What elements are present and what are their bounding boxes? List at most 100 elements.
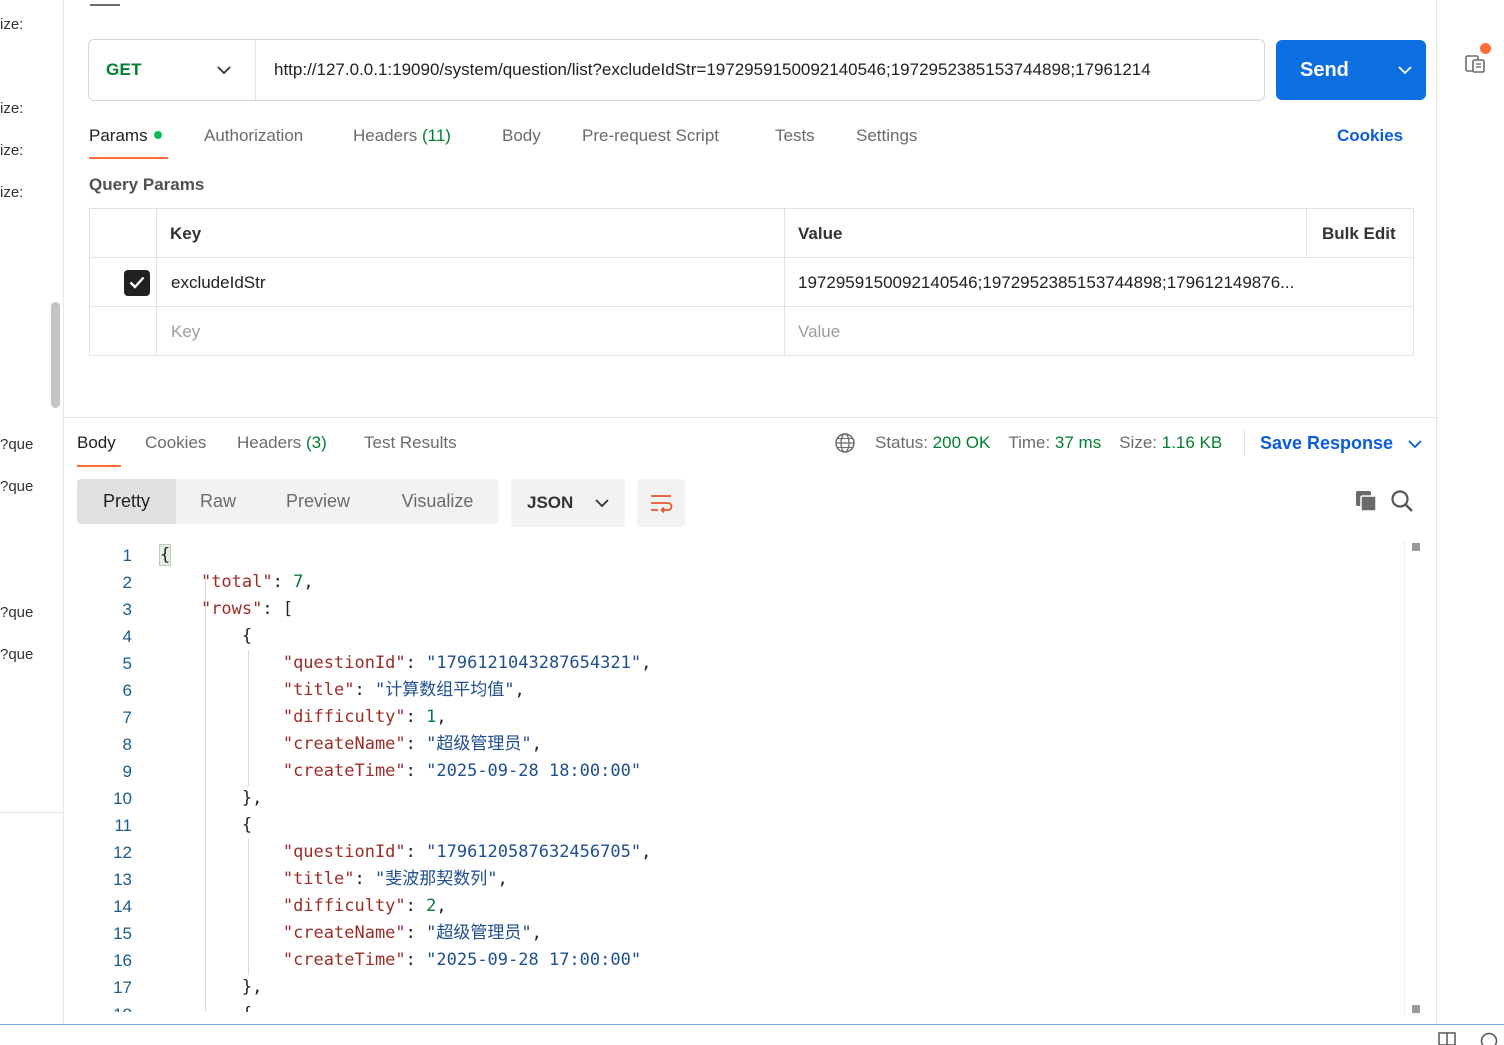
tab-active-indicator (77, 465, 121, 467)
sidebar-fragment[interactable]: ize: (0, 16, 23, 33)
tab-body[interactable]: Body (502, 122, 541, 160)
save-response-button[interactable]: Save Response (1260, 429, 1422, 457)
postman-window: ize: ize: ize: ize: ?que ?que ?que ?que … (0, 0, 1504, 1045)
url-input[interactable]: http://127.0.0.1:19090/system/question/l… (256, 60, 1264, 80)
send-options-button[interactable] (1384, 40, 1426, 100)
tab-tests[interactable]: Tests (775, 122, 815, 160)
code-line: 2 "total": 7, (64, 569, 1404, 596)
cookies-link[interactable]: Cookies (1337, 122, 1403, 150)
scroll-up-arrow[interactable] (1412, 543, 1420, 551)
tab-label: Cookies (145, 433, 207, 452)
response-size[interactable]: 1.16 KB (1162, 433, 1223, 452)
json-key: "questionId" (282, 842, 406, 862)
format-label: JSON (527, 493, 574, 512)
send-label: Send (1300, 58, 1349, 81)
sidebar-scrollbar[interactable] (51, 302, 60, 408)
view-visualize[interactable]: Visualize (376, 479, 499, 524)
editor-scrollbar[interactable] (1404, 540, 1426, 1015)
view-raw[interactable]: Raw (176, 479, 260, 524)
send-button[interactable]: Send (1276, 40, 1426, 100)
column-divider (784, 209, 785, 355)
tab-count: (3) (306, 433, 327, 452)
status-label: Status: (875, 433, 928, 452)
json-key: "difficulty" (282, 707, 406, 727)
status-badge[interactable]: 200 OK (933, 433, 991, 452)
code-line: 7 "difficulty": 1, (64, 704, 1404, 731)
sidebar-fragment[interactable]: ize: (0, 184, 23, 201)
query-params-title: Query Params (89, 175, 205, 194)
tab-settings[interactable]: Settings (856, 122, 917, 160)
json-key: "title" (282, 680, 355, 700)
tab-params[interactable]: Params (89, 122, 162, 160)
sidebar-divider (0, 812, 63, 813)
line-number: 10 (113, 789, 132, 808)
wrap-lines-button[interactable] (637, 479, 685, 527)
sidebar-fragment[interactable]: ?que (0, 478, 33, 495)
param-checkbox[interactable] (124, 258, 150, 307)
chevron-down-icon (1398, 65, 1412, 74)
scroll-down-arrow[interactable] (1412, 1005, 1420, 1013)
view-pretty[interactable]: Pretty (77, 479, 176, 524)
line-number: 5 (122, 654, 132, 673)
time-label: Time: (1008, 433, 1051, 452)
line-number: 1 (122, 546, 132, 565)
help-icon[interactable] (1480, 1032, 1498, 1045)
back-arrow-icon[interactable] (90, 0, 120, 6)
tab-count: (11) (422, 126, 451, 145)
search-icon[interactable] (1390, 489, 1414, 513)
method-select[interactable]: GET (89, 40, 256, 100)
tab-response-cookies[interactable]: Cookies (145, 429, 206, 467)
code-line: 4 { (64, 623, 1404, 650)
code-line: 17 }, (64, 974, 1404, 1001)
key-column-header: Key (170, 223, 202, 243)
code-line: 1{ (64, 542, 1404, 569)
response-body-editor[interactable]: 1{ 2 "total": 7, 3 "rows": [ 4 { 5 "ques… (64, 540, 1404, 1012)
table-row-empty: Key Value (90, 307, 1413, 356)
check-icon (129, 276, 145, 289)
method-label: GET (106, 60, 142, 79)
tab-headers[interactable]: Headers (11) (353, 122, 451, 160)
json-key: "rows" (200, 599, 263, 619)
tab-active-indicator (89, 157, 168, 159)
tab-response-headers[interactable]: Headers (3) (237, 429, 327, 467)
sidebar-fragment[interactable]: ?que (0, 646, 33, 663)
json-key: "total" (200, 572, 273, 592)
sidebar-fragment[interactable]: ize: (0, 100, 23, 117)
tab-authorization[interactable]: Authorization (204, 122, 303, 160)
checkbox-checked[interactable] (124, 269, 150, 296)
new-value-input[interactable]: Value (798, 307, 840, 356)
save-response-label: Save Response (1260, 433, 1394, 453)
json-key: "createName" (282, 734, 406, 754)
tab-pre-request-script[interactable]: Pre-request Script (582, 122, 719, 160)
json-string: "超级管理员" (426, 923, 532, 943)
code-line: 9 "createTime": "2025-09-28 18:00:00" (64, 758, 1404, 785)
bulk-edit-button[interactable]: Bulk Edit (1322, 209, 1396, 258)
tab-label: Params (89, 126, 148, 145)
section-divider[interactable] (64, 417, 1436, 418)
column-divider (1306, 209, 1307, 258)
sidebar-fragment[interactable]: ?que (0, 604, 33, 621)
json-number: 7 (293, 572, 304, 592)
code-line: 10 }, (64, 785, 1404, 812)
tab-test-results[interactable]: Test Results (364, 429, 457, 467)
chevron-down-icon (595, 498, 609, 507)
view-preview[interactable]: Preview (260, 479, 376, 524)
globe-icon[interactable] (834, 432, 856, 454)
sidebar-fragment[interactable]: ?que (0, 436, 33, 453)
json-key: "createTime" (282, 761, 406, 781)
code-line: 3 "rows": [ (64, 596, 1404, 623)
new-key-input[interactable]: Key (171, 307, 200, 356)
column-divider (156, 209, 157, 355)
sidebar-fragment[interactable]: ize: (0, 142, 23, 159)
response-time[interactable]: 37 ms (1055, 433, 1101, 452)
param-key[interactable]: excludeIdStr (171, 258, 266, 307)
layout-icon[interactable] (1438, 1032, 1456, 1045)
copy-icon[interactable] (1354, 489, 1378, 513)
line-number: 11 (114, 816, 132, 835)
format-select[interactable]: JSON (511, 479, 625, 527)
documentation-icon[interactable] (1464, 52, 1486, 74)
tab-label: Headers (353, 126, 418, 145)
param-value[interactable]: 1972959150092140546;1972952385153744898;… (798, 258, 1398, 307)
line-number: 16 (113, 951, 132, 970)
tab-response-body[interactable]: Body (77, 429, 116, 467)
